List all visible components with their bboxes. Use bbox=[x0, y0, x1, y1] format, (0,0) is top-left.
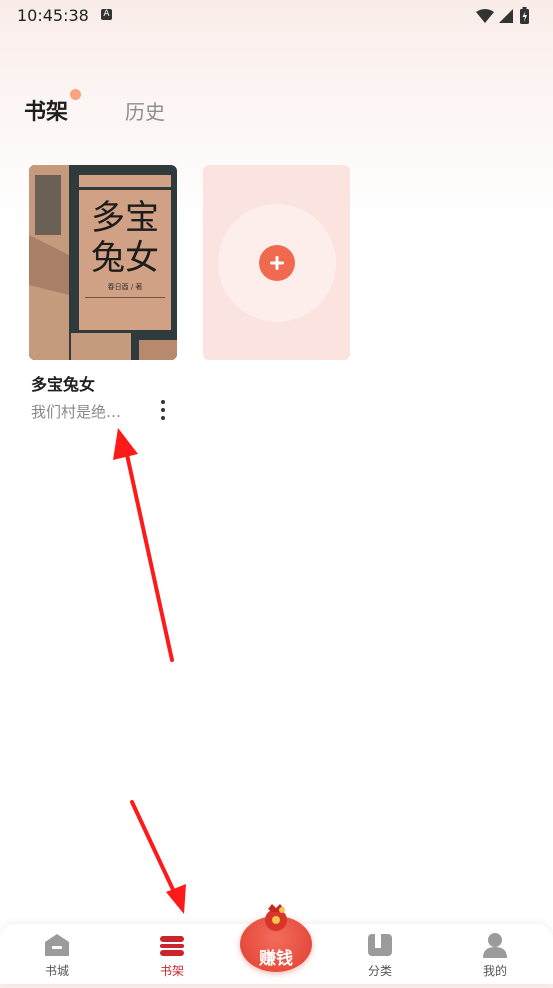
book-excerpt: 我们村是绝… bbox=[31, 403, 122, 421]
status-time: 10:45:38 bbox=[17, 6, 89, 25]
tab-bookshelf[interactable]: 书架 bbox=[24, 94, 68, 126]
profile-icon bbox=[483, 933, 507, 958]
nav-item-bookstore[interactable]: 书城 bbox=[22, 932, 92, 979]
add-book-card[interactable] bbox=[203, 165, 350, 360]
add-icon[interactable] bbox=[259, 245, 295, 281]
annotation-arrow-up bbox=[113, 428, 174, 662]
cover-title-line-1: 多宝 bbox=[91, 198, 159, 238]
bookstore-icon bbox=[45, 934, 69, 956]
annotation-arrow-down bbox=[130, 800, 186, 914]
category-icon bbox=[368, 934, 392, 956]
tab-active-dot bbox=[70, 89, 81, 100]
battery-icon bbox=[520, 7, 529, 24]
bookshelf-icon bbox=[160, 936, 184, 956]
earn-label: 赚钱 bbox=[259, 949, 293, 969]
more-options-icon[interactable] bbox=[151, 395, 175, 425]
cover-author: 春日酉 / 著 bbox=[108, 282, 143, 291]
nav-label-profile: 我的 bbox=[482, 964, 507, 978]
nav-item-profile[interactable]: 我的 bbox=[460, 932, 530, 979]
wifi-icon bbox=[476, 9, 494, 23]
status-icons bbox=[475, 7, 539, 29]
book-cover[interactable]: 多宝 兔女 春日酉 / 著 bbox=[29, 165, 177, 360]
nav-label-bookshelf: 书架 bbox=[159, 964, 184, 978]
nav-item-bookshelf[interactable]: 书架 bbox=[137, 932, 207, 979]
nav-item-earn[interactable]: 赚钱 bbox=[240, 904, 312, 988]
notification-badge: A bbox=[101, 9, 112, 20]
add-book-circle bbox=[218, 204, 336, 322]
cover-title-line-2: 兔女 bbox=[91, 238, 159, 278]
status-bar: 10:45:38 A bbox=[0, 0, 553, 32]
nav-label-category: 分类 bbox=[367, 964, 392, 978]
tab-history[interactable]: 历史 bbox=[125, 96, 165, 125]
nav-label-bookstore: 书城 bbox=[44, 964, 69, 978]
book-title[interactable]: 多宝兔女 bbox=[31, 371, 95, 395]
money-bag-icon bbox=[265, 904, 287, 931]
signal-icon bbox=[499, 9, 513, 23]
nav-item-category[interactable]: 分类 bbox=[345, 932, 415, 979]
annotation-arrows bbox=[113, 428, 186, 914]
